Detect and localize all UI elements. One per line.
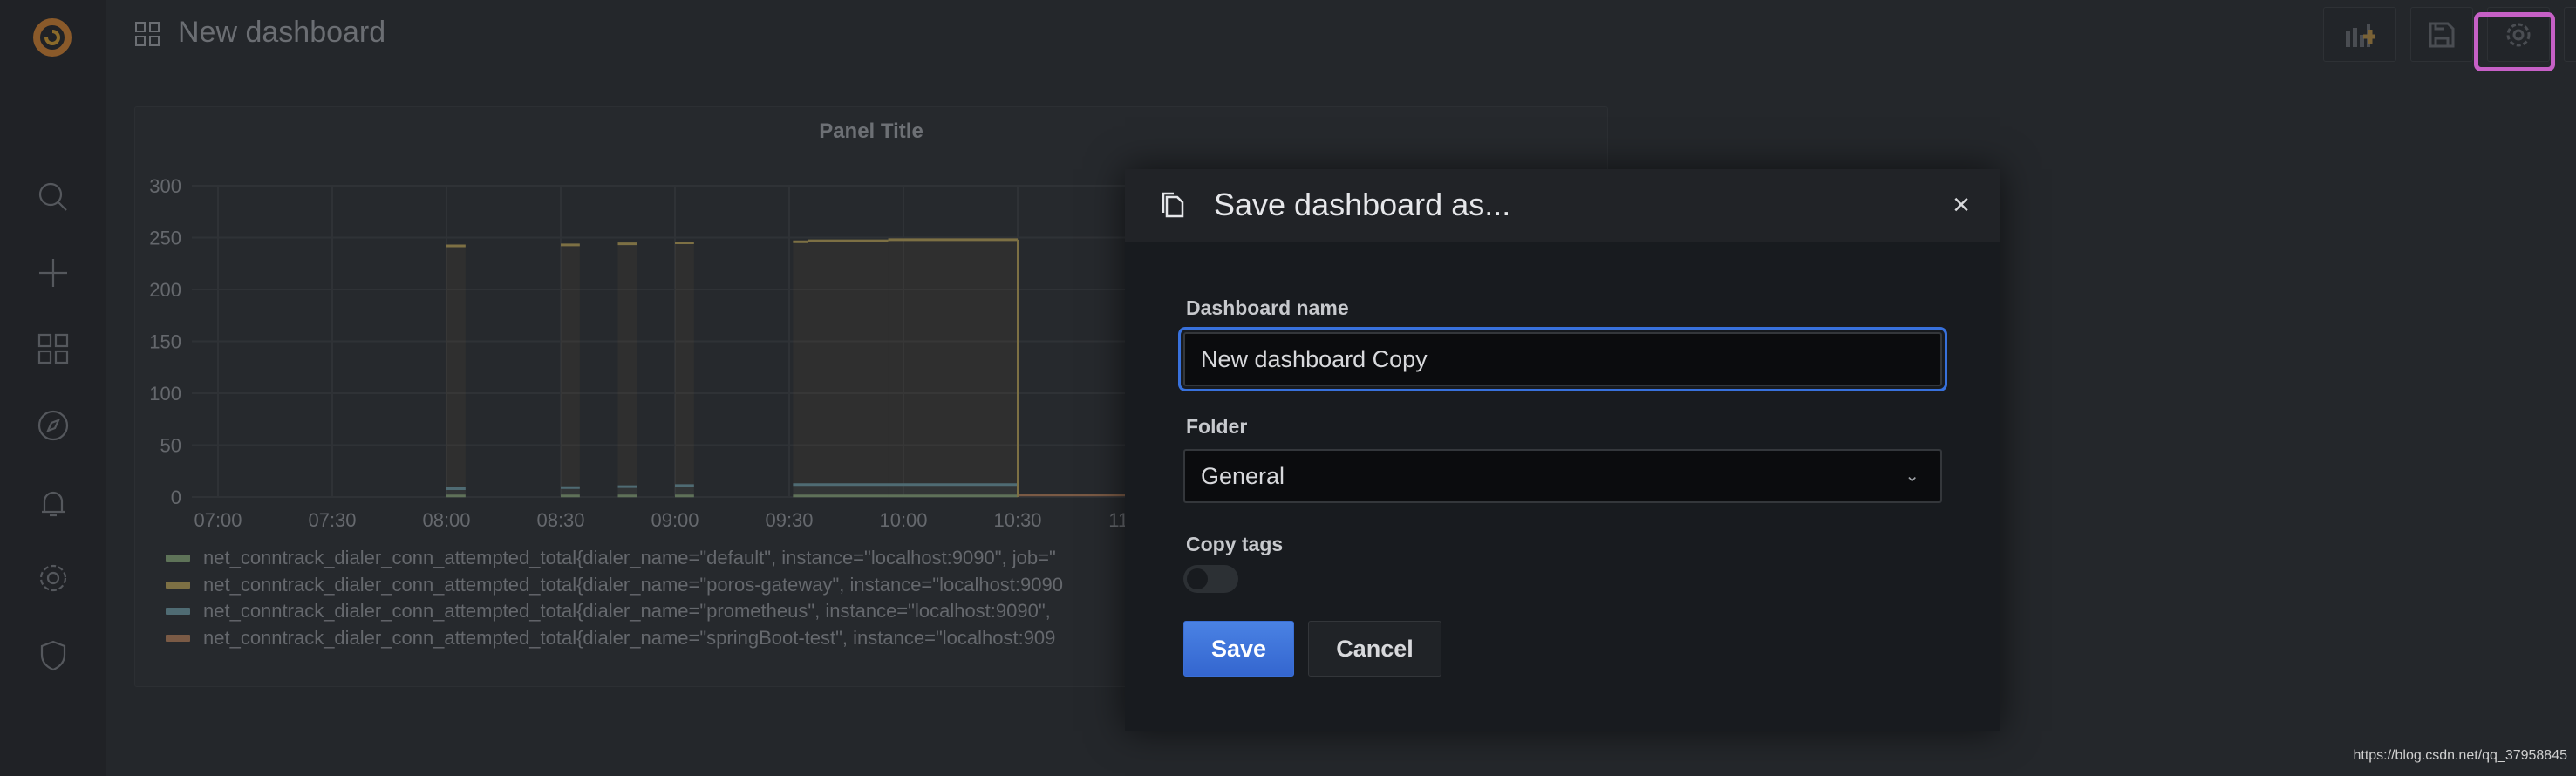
series-area-prometheus xyxy=(675,485,694,497)
settings-highlight xyxy=(2474,12,2555,71)
search-icon[interactable] xyxy=(33,177,73,217)
y-tick-label: 250 xyxy=(149,228,181,249)
x-tick-label: 08:00 xyxy=(422,509,470,531)
series-area-prometheus xyxy=(617,487,637,497)
dashboards-icon[interactable] xyxy=(33,329,73,369)
legend-item[interactable]: net_conntrack_dialer_conn_attempted_tota… xyxy=(166,572,1063,599)
x-tick-label: 10:00 xyxy=(879,509,927,531)
series-area-poros-gateway xyxy=(617,243,637,497)
x-tick-label: 09:30 xyxy=(765,509,813,531)
dashboard-name-input[interactable]: New dashboard Copy xyxy=(1183,332,1942,386)
series-area-poros-gateway xyxy=(888,239,1018,497)
copy-tags-label: Copy tags xyxy=(1186,533,1284,555)
y-tick-label: 150 xyxy=(149,331,181,353)
legend: net_conntrack_dialer_conn_attempted_tota… xyxy=(166,545,1063,651)
view-mode-button[interactable] xyxy=(2564,7,2576,62)
modal-header: Save dashboard as... × xyxy=(1125,169,2000,242)
save-icon xyxy=(2429,22,2455,47)
legend-swatch xyxy=(166,581,190,589)
y-tick-label: 200 xyxy=(149,279,181,301)
gear-icon[interactable] xyxy=(33,558,73,598)
x-tick-label: 10:30 xyxy=(993,509,1041,531)
chevron-down-icon: ⌄ xyxy=(1905,466,1919,486)
sidebar xyxy=(0,0,106,776)
series-area-poros-gateway xyxy=(561,244,580,497)
save-as-modal: Save dashboard as... × Dashboard name Ne… xyxy=(1125,169,2000,731)
dashboard-name-label: Dashboard name xyxy=(1186,296,1349,319)
legend-item[interactable]: net_conntrack_dialer_conn_attempted_tota… xyxy=(166,625,1063,652)
x-tick-label: 07:30 xyxy=(308,509,356,531)
legend-label: net_conntrack_dialer_conn_attempted_tota… xyxy=(203,600,1051,623)
series-area-poros-gateway xyxy=(793,242,808,497)
series-area-prometheus xyxy=(793,484,1018,497)
grafana-logo[interactable] xyxy=(30,12,75,61)
legend-swatch xyxy=(166,555,190,562)
legend-item[interactable]: net_conntrack_dialer_conn_attempted_tota… xyxy=(166,598,1063,625)
dashboards-icon xyxy=(135,22,160,46)
watermark: https://blog.csdn.net/qq_37958845 xyxy=(2353,748,2567,763)
modal-title: Save dashboard as... xyxy=(1214,187,1511,222)
y-tick-label: 0 xyxy=(171,487,181,508)
copy-icon xyxy=(1162,192,1184,218)
y-tick-label: 300 xyxy=(149,175,181,197)
series-area-poros-gateway xyxy=(808,241,889,497)
plus-icon[interactable] xyxy=(33,253,73,293)
copy-tags-toggle[interactable] xyxy=(1183,565,1238,593)
close-icon[interactable]: × xyxy=(1945,188,1978,221)
compass-icon[interactable] xyxy=(33,405,73,446)
y-tick-label: 100 xyxy=(149,383,181,405)
series-area-prometheus xyxy=(561,487,580,497)
dashboard-title[interactable]: New dashboard xyxy=(178,16,385,50)
x-tick-label: 08:30 xyxy=(536,509,584,531)
series-area-poros-gateway xyxy=(446,246,466,497)
cancel-button[interactable]: Cancel xyxy=(1308,621,1441,677)
folder-label: Folder xyxy=(1186,415,1248,438)
folder-select[interactable]: General ⌄ xyxy=(1183,449,1942,503)
legend-item[interactable]: net_conntrack_dialer_conn_attempted_tota… xyxy=(166,545,1063,572)
save-button[interactable]: Save xyxy=(1183,621,1294,677)
add-panel-icon xyxy=(2346,24,2375,47)
bell-icon[interactable] xyxy=(33,483,73,523)
shield-icon[interactable] xyxy=(33,636,73,676)
x-tick-label: 07:00 xyxy=(194,509,242,531)
save-dashboard-button[interactable] xyxy=(2410,7,2473,62)
legend-label: net_conntrack_dialer_conn_attempted_tota… xyxy=(203,573,1063,596)
legend-label: net_conntrack_dialer_conn_attempted_tota… xyxy=(203,626,1056,649)
series-area-poros-gateway xyxy=(675,242,694,497)
x-tick-label: 09:00 xyxy=(651,509,699,531)
add-panel-button[interactable] xyxy=(2323,7,2396,62)
legend-swatch xyxy=(166,608,190,616)
folder-value: General xyxy=(1201,463,1285,489)
legend-swatch xyxy=(166,634,190,642)
legend-label: net_conntrack_dialer_conn_attempted_tota… xyxy=(203,547,1056,569)
y-tick-label: 50 xyxy=(160,435,181,457)
